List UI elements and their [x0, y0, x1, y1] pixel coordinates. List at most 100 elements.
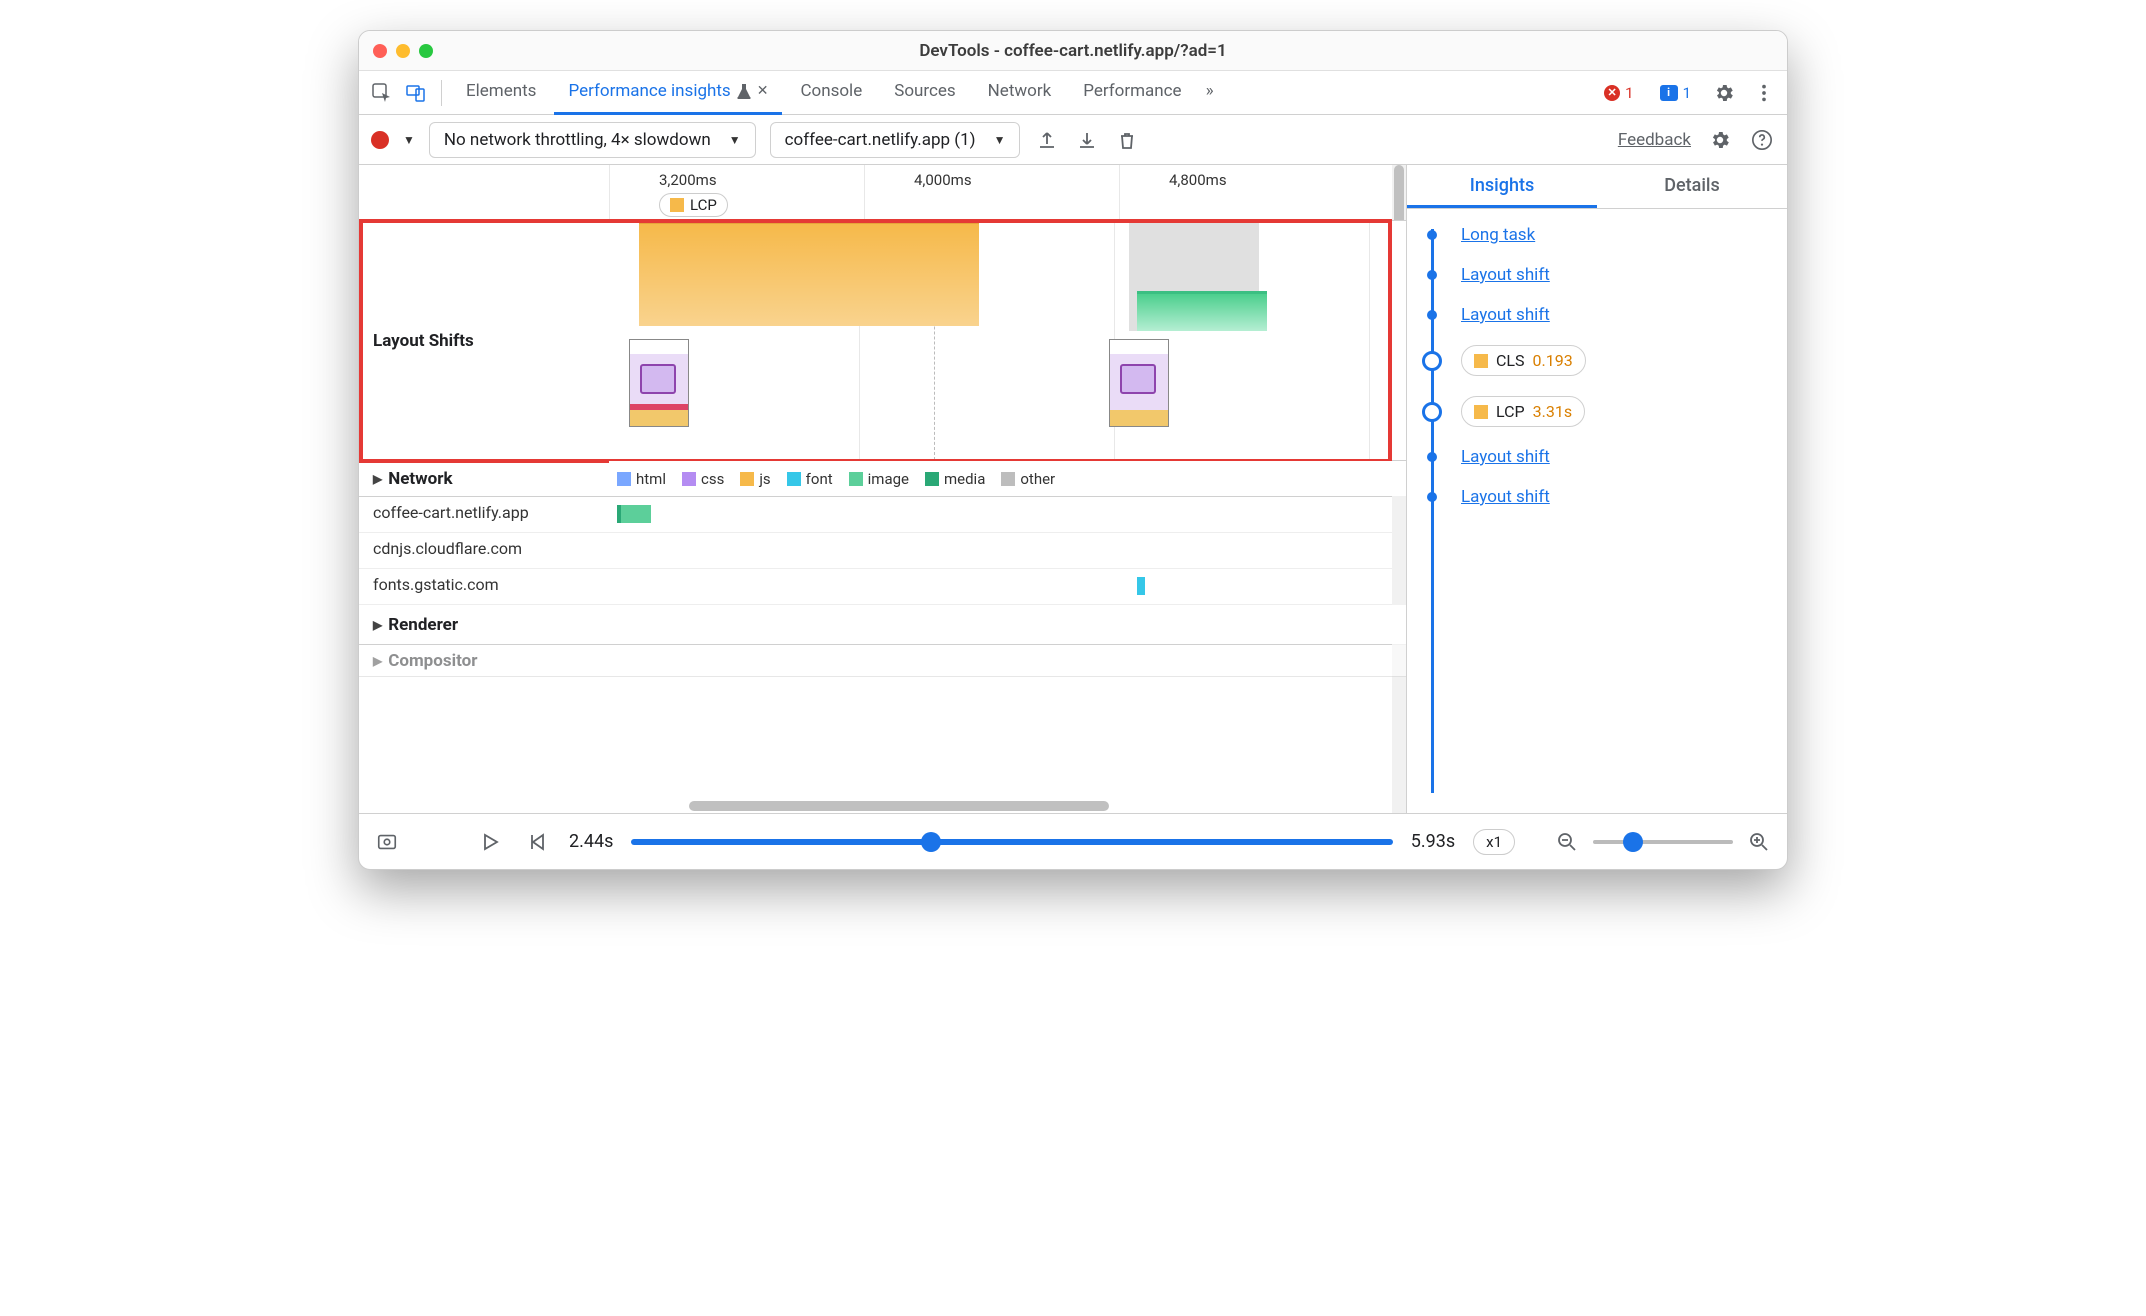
time-start: 2.44s — [569, 831, 613, 852]
message-count-badge[interactable]: i1 — [1652, 82, 1699, 104]
tab-performance[interactable]: Performance — [1069, 71, 1195, 115]
feedback-link[interactable]: Feedback — [1618, 130, 1691, 150]
lcp-label: LCP — [690, 196, 717, 214]
insight-link[interactable]: Long task — [1461, 225, 1535, 245]
tab-label: » — [1206, 81, 1214, 101]
recording-select[interactable]: coffee-cart.netlify.app (1) ▼ — [770, 122, 1021, 158]
insight-item-lcp[interactable]: LCP 3.31s — [1417, 386, 1787, 437]
insight-item-layout-shift[interactable]: Layout shift — [1417, 477, 1787, 517]
divider — [441, 80, 442, 106]
tab-insights[interactable]: Insights — [1407, 165, 1597, 208]
network-host-row-1: cdnjs.cloudflare.com — [359, 533, 1406, 569]
tab-sources[interactable]: Sources — [880, 71, 969, 115]
kebab-menu-icon[interactable] — [1749, 78, 1779, 108]
insight-link[interactable]: Layout shift — [1461, 487, 1550, 507]
network-bar[interactable] — [617, 505, 651, 523]
zoom-in-icon[interactable] — [1745, 828, 1773, 856]
tab-elements[interactable]: Elements — [452, 71, 550, 115]
devtools-window: DevTools - coffee-cart.netlify.app/?ad=1… — [358, 30, 1788, 870]
titlebar: DevTools - coffee-cart.netlify.app/?ad=1 — [359, 31, 1787, 71]
screenshot-thumb-1[interactable] — [629, 339, 689, 427]
rewind-button[interactable] — [523, 828, 551, 856]
tab-label: Network — [988, 81, 1052, 101]
delete-icon[interactable] — [1114, 127, 1140, 153]
playback-slider[interactable] — [631, 839, 1392, 845]
throttling-value: No network throttling, 4× slowdown — [444, 130, 711, 150]
window-title: DevTools - coffee-cart.netlify.app/?ad=1 — [359, 41, 1787, 61]
metric-name: LCP — [1496, 402, 1525, 421]
insight-item-layout-shift[interactable]: Layout shift — [1417, 437, 1787, 477]
renderer-label: ▶Renderer — [359, 605, 609, 644]
horizontal-scrollbar[interactable] — [689, 801, 1109, 811]
minimize-window-button[interactable] — [396, 44, 410, 58]
tab-more[interactable]: » — [1200, 71, 1220, 115]
import-icon[interactable] — [1074, 127, 1100, 153]
host-track[interactable] — [609, 533, 1406, 568]
insight-item-cls[interactable]: CLS 0.193 — [1417, 335, 1787, 386]
legend-font: font — [806, 470, 833, 488]
screenshot-toggle-icon[interactable] — [373, 828, 401, 856]
network-host-row-2: fonts.gstatic.com — [359, 569, 1406, 605]
layout-shifts-row: Layout Shifts — [359, 221, 1406, 461]
insight-link[interactable]: Layout shift — [1461, 265, 1550, 285]
zoom-out-icon[interactable] — [1553, 828, 1581, 856]
tab-console[interactable]: Console — [786, 71, 876, 115]
settings-icon[interactable] — [1709, 78, 1739, 108]
insights-list: Long task Layout shift Layout shift CLS … — [1407, 209, 1787, 813]
legend-js: js — [759, 470, 770, 488]
close-tab-icon[interactable]: ✕ — [757, 83, 769, 99]
cls-pill: CLS 0.193 — [1461, 345, 1586, 376]
chevron-down-icon: ▼ — [994, 133, 1006, 147]
compositor-section-header[interactable]: ▶Compositor — [359, 645, 1406, 677]
metric-value: 3.31s — [1533, 402, 1572, 421]
legend-media: media — [944, 470, 985, 488]
lcp-color-swatch — [1474, 405, 1488, 419]
inspect-element-icon[interactable] — [367, 78, 397, 108]
tab-label: Sources — [894, 81, 955, 101]
device-toolbar-icon[interactable] — [401, 78, 431, 108]
timeline-panel: 3,200ms 4,000ms 4,800ms LCP Layout Shift… — [359, 165, 1407, 813]
time-tick: 4,000ms — [914, 171, 972, 189]
tab-details[interactable]: Details — [1597, 165, 1787, 208]
network-section-header[interactable]: ▶Network html css js font image media ot… — [359, 461, 1406, 497]
layout-shift-bar-1[interactable] — [639, 221, 979, 326]
lcp-marker-badge[interactable]: LCP — [659, 193, 728, 217]
legend-image: image — [868, 470, 909, 488]
insight-link[interactable]: Layout shift — [1461, 447, 1550, 467]
layout-shift-bar-2[interactable] — [1137, 291, 1267, 331]
tab-performance-insights[interactable]: Performance insights ✕ — [554, 71, 782, 115]
screenshot-thumb-2[interactable] — [1109, 339, 1169, 427]
host-label: coffee-cart.netlify.app — [359, 497, 609, 532]
network-bar[interactable] — [1137, 577, 1145, 595]
compositor-label: ▶Compositor — [359, 645, 609, 676]
layout-shifts-track[interactable] — [609, 221, 1406, 460]
maximize-window-button[interactable] — [419, 44, 433, 58]
export-icon[interactable] — [1034, 127, 1060, 153]
host-track[interactable] — [609, 569, 1406, 604]
error-count-badge[interactable]: ✕1 — [1596, 82, 1641, 104]
throttling-select[interactable]: No network throttling, 4× slowdown ▼ — [429, 122, 756, 158]
close-window-button[interactable] — [373, 44, 387, 58]
renderer-section-header[interactable]: ▶Renderer — [359, 605, 1406, 645]
metric-value: 0.193 — [1533, 351, 1573, 370]
insight-item-layout-shift[interactable]: Layout shift — [1417, 295, 1787, 335]
speed-badge[interactable]: x1 — [1473, 829, 1515, 855]
record-button[interactable] — [371, 131, 389, 149]
panel-settings-icon[interactable] — [1707, 127, 1733, 153]
host-label: fonts.gstatic.com — [359, 569, 609, 604]
main-content: 3,200ms 4,000ms 4,800ms LCP Layout Shift… — [359, 165, 1787, 813]
insight-item-long-task[interactable]: Long task — [1417, 215, 1787, 255]
insight-link[interactable]: Layout shift — [1461, 305, 1550, 325]
tab-network[interactable]: Network — [974, 71, 1066, 115]
network-legend-track: html css js font image media other — [609, 461, 1406, 496]
insight-item-layout-shift[interactable]: Layout shift — [1417, 255, 1787, 295]
lcp-pill: LCP 3.31s — [1461, 396, 1585, 427]
error-icon: ✕ — [1604, 85, 1620, 101]
zoom-slider[interactable] — [1593, 840, 1733, 844]
tab-label: Elements — [466, 81, 536, 101]
play-button[interactable] — [477, 828, 505, 856]
tab-label: Performance — [1083, 81, 1181, 101]
help-icon[interactable] — [1749, 127, 1775, 153]
record-options-dropdown[interactable]: ▼ — [403, 133, 415, 147]
host-track[interactable] — [609, 497, 1406, 532]
